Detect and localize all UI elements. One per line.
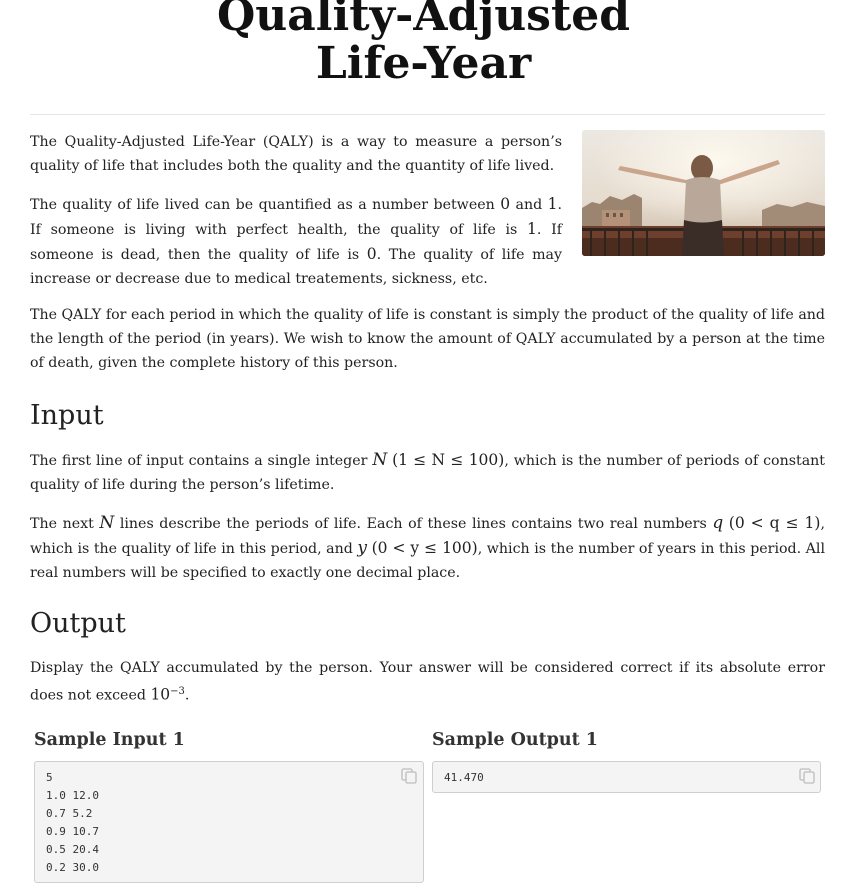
title-line-2: Life-Year	[315, 38, 532, 89]
input-paragraph-1: The first line of input contains a singl…	[30, 450, 825, 493]
title-line-1: Quality-Adjusted	[216, 0, 631, 41]
intro-paragraph-2: The quality of life lived can be quantif…	[30, 195, 563, 287]
woman-arms-outstretched-photo	[582, 130, 825, 256]
intro-paragraph-1: The Quality-Adjusted Life-Year (QALY) is…	[30, 134, 562, 174]
copy-icon[interactable]	[400, 767, 418, 785]
sample-output-title: Sample Output 1	[432, 730, 598, 750]
title-divider	[30, 114, 825, 115]
copy-icon[interactable]	[798, 767, 816, 785]
page-title: Quality-Adjusted Life-Year	[0, 0, 847, 88]
input-paragraph-2: The next N lines describe the periods of…	[30, 513, 825, 581]
output-heading: Output	[30, 608, 126, 639]
sample-output-text[interactable]: 41.470	[433, 762, 820, 787]
sample-input-title: Sample Input 1	[34, 730, 185, 750]
input-heading: Input	[30, 400, 104, 431]
intro-paragraph-3: The QALY for each period in which the qu…	[30, 307, 825, 371]
output-paragraph: Display the QALY accumulated by the pers…	[30, 660, 825, 704]
sample-input-text[interactable]: 5 1.0 12.0 0.7 5.2 0.9 10.7 0.5 20.4 0.2…	[35, 762, 423, 877]
sample-output-box[interactable]: 41.470	[432, 761, 821, 793]
sample-input-box[interactable]: 5 1.0 12.0 0.7 5.2 0.9 10.7 0.5 20.4 0.2…	[34, 761, 424, 883]
